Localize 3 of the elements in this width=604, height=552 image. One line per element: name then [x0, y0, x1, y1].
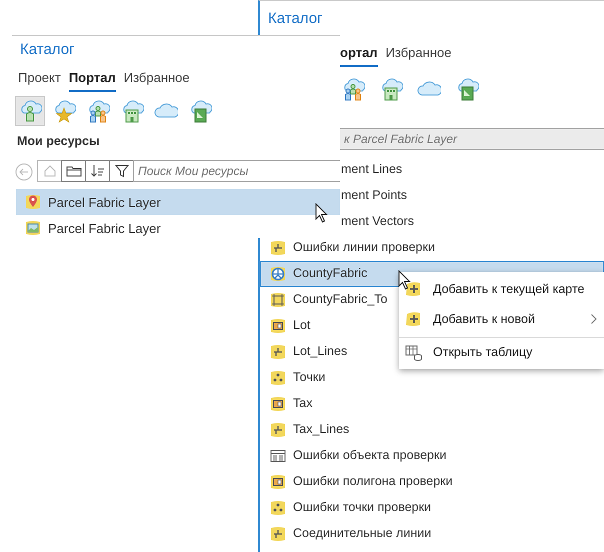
panel-title: Каталог	[267, 9, 324, 29]
panel-title: Каталог	[19, 40, 76, 60]
section-heading: Мои ресурсы	[16, 132, 101, 150]
